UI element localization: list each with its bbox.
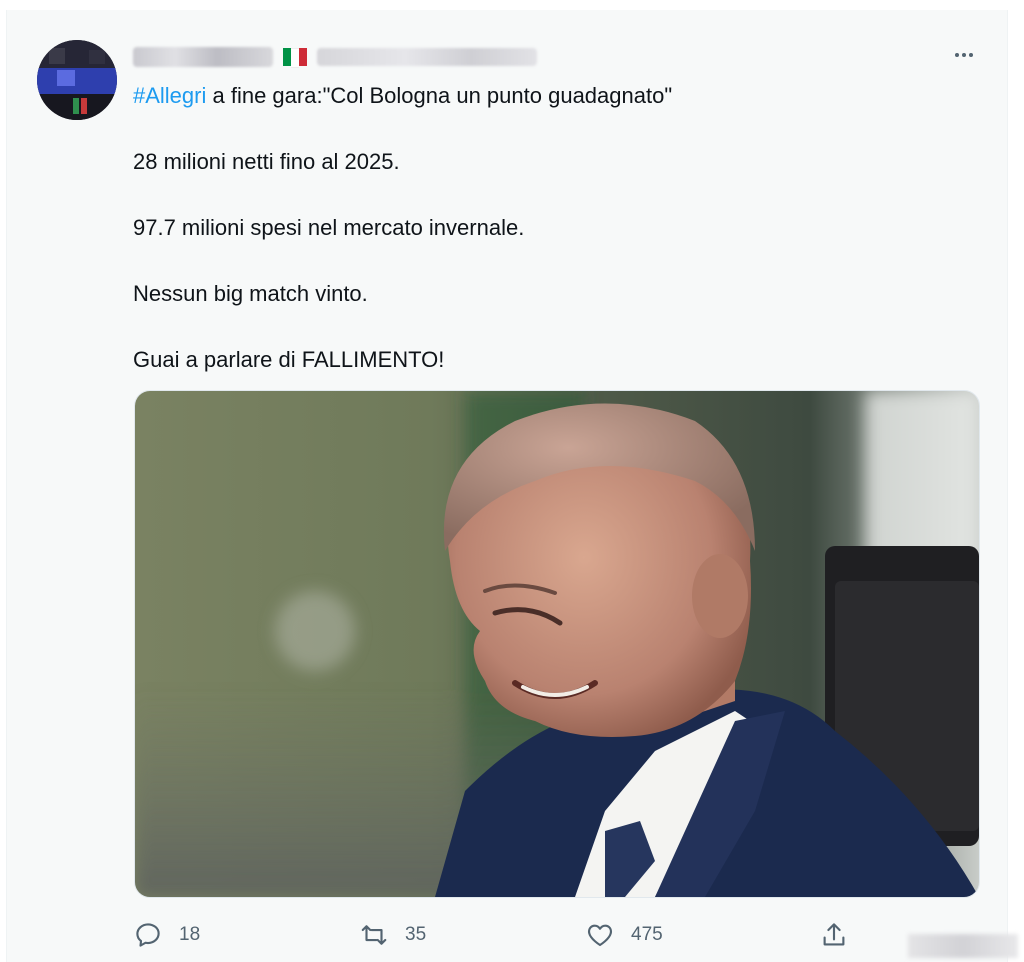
tweet-line-1: #Allegri a fine gara:"Col Bologna un pun… xyxy=(133,80,973,112)
tweet-line-1-text: a fine gara:"Col Bologna un punto guadag… xyxy=(206,83,673,108)
more-dot xyxy=(969,53,973,57)
reply-icon xyxy=(136,923,160,947)
avatar-pixel xyxy=(73,98,79,114)
tweet-photo[interactable] xyxy=(134,390,980,898)
tweet-text: #Allegri a fine gara:"Col Bologna un pun… xyxy=(133,80,973,410)
more-dot xyxy=(955,53,959,57)
tweet-line-2: 28 milioni netti fino al 2025. xyxy=(133,149,400,174)
more-options-button[interactable] xyxy=(949,40,979,70)
avatar-pixel xyxy=(89,50,105,64)
avatar[interactable] xyxy=(37,40,117,120)
retweet-icon xyxy=(361,925,387,945)
retweet-count: 35 xyxy=(405,924,427,945)
author-name-redacted[interactable] xyxy=(133,47,273,67)
author-handle-redacted[interactable] xyxy=(317,48,537,66)
italy-flag-icon xyxy=(283,48,307,68)
reply-button[interactable]: 18 xyxy=(133,915,200,955)
tweet-line-3: 97.7 milioni spesi nel mercato invernale… xyxy=(133,215,525,240)
flag-stripe-red xyxy=(299,48,307,66)
hashtag-link[interactable]: #Allegri xyxy=(133,83,206,108)
share-icon xyxy=(823,923,845,946)
avatar-pixel xyxy=(81,98,87,114)
tweet-actions: 18 35 475 xyxy=(133,915,863,955)
photo-illustration xyxy=(135,391,979,897)
watermark-redacted xyxy=(908,934,1018,958)
tweet-card[interactable]: #Allegri a fine gara:"Col Bologna un pun… xyxy=(6,10,1008,962)
like-count: 475 xyxy=(631,924,663,945)
avatar-pixel xyxy=(37,68,117,94)
avatar-pixel xyxy=(57,70,75,86)
reply-count: 18 xyxy=(179,924,201,945)
like-button[interactable]: 475 xyxy=(585,915,663,955)
tweet-line-4: Nessun big match vinto. xyxy=(133,281,368,306)
flag-stripe-white xyxy=(291,48,299,68)
author-header xyxy=(133,42,537,72)
retweet-button[interactable]: 35 xyxy=(359,915,426,955)
like-icon xyxy=(587,924,613,947)
ear-shape xyxy=(692,554,748,638)
flag-stripe-green xyxy=(283,48,291,66)
avatar-pixel xyxy=(49,48,65,64)
tweet-line-5: Guai a parlare di FALLIMENTO! xyxy=(133,347,445,372)
more-dot xyxy=(962,53,966,57)
share-button[interactable] xyxy=(819,915,849,955)
